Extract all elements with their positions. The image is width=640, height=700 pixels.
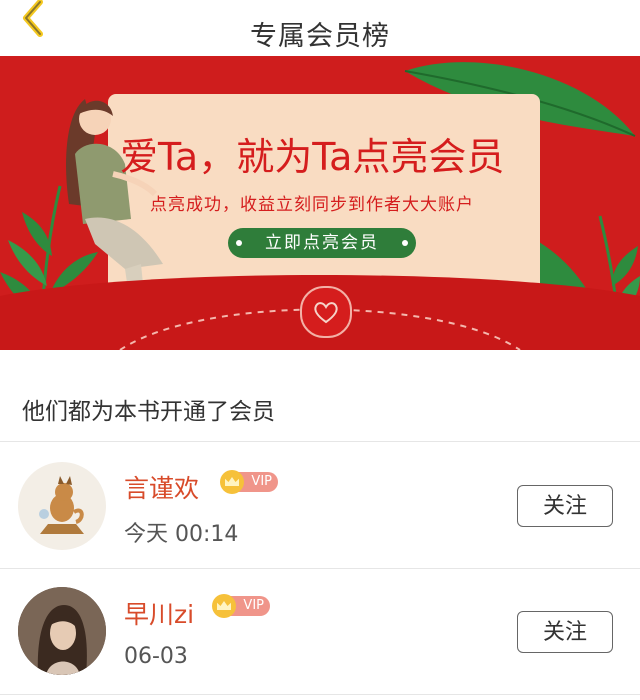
crown-icon xyxy=(220,470,244,494)
avatar[interactable] xyxy=(18,587,106,675)
divider xyxy=(0,694,640,695)
member-row[interactable]: 言谨欢 VIP 今天 00:14 关注 xyxy=(0,442,640,568)
vip-badge: VIP xyxy=(212,594,270,618)
girl-photo-avatar-icon xyxy=(18,587,106,675)
members-section-title: 他们都为本书开通了会员 xyxy=(22,399,275,425)
vip-badge: VIP xyxy=(220,470,278,494)
open-time: 今天 00:14 xyxy=(124,522,239,547)
page-title: 专属会员榜 xyxy=(250,21,390,52)
heart-seal-icon xyxy=(300,286,352,338)
open-time: 06-03 xyxy=(124,644,188,669)
crown-icon xyxy=(212,594,236,618)
fox-avatar-icon xyxy=(39,476,84,534)
member-row[interactable]: 早川zi VIP 06-03 关注 xyxy=(0,569,640,695)
top-bar: 专属会员榜 xyxy=(0,0,640,56)
light-up-membership-button[interactable]: 立即点亮会员 xyxy=(228,228,416,258)
avatar[interactable] xyxy=(18,462,106,550)
member-name[interactable]: 早川zi xyxy=(124,595,194,631)
follow-button[interactable]: 关注 xyxy=(517,485,613,527)
follow-button[interactable]: 关注 xyxy=(517,611,613,653)
banner-subtitle: 点亮成功，收益立刻同步到作者大大账户 xyxy=(150,195,474,215)
banner-headline: 爱Ta，就为Ta点亮会员 xyxy=(120,135,505,179)
member-name[interactable]: 言谨欢 xyxy=(124,469,199,505)
promo-banner[interactable]: 爱Ta，就为Ta点亮会员 点亮成功，收益立刻同步到作者大大账户 立即点亮会员 xyxy=(0,56,640,350)
